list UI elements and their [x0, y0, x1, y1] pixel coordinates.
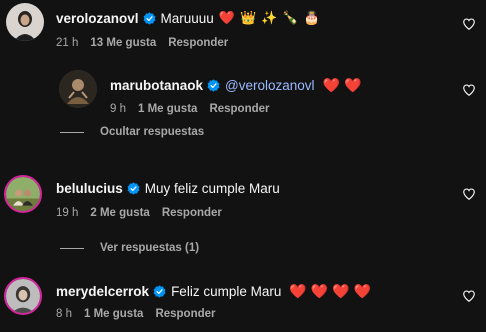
- comment-text: Maruuuu: [160, 10, 214, 26]
- comment-username[interactable]: verolozanovl: [56, 11, 139, 26]
- likes-count[interactable]: 1 Me gusta: [84, 308, 143, 320]
- heart-emoji: ❤️: [310, 283, 329, 299]
- comment-username[interactable]: marubotanaok: [110, 78, 203, 93]
- like-heart-icon[interactable]: [462, 83, 476, 97]
- view-replies-button[interactable]: Ver respuestas (1): [60, 242, 199, 254]
- likes-count[interactable]: 13 Me gusta: [90, 37, 156, 49]
- verified-icon: [153, 285, 166, 298]
- emoji: ❤️: [218, 10, 236, 25]
- comment-username[interactable]: belulucius: [56, 181, 123, 196]
- hide-replies-button[interactable]: Ocultar respuestas: [60, 126, 204, 138]
- emoji: ✨: [261, 10, 278, 25]
- avatar[interactable]: [59, 70, 97, 108]
- emoji: 👑: [240, 10, 257, 25]
- avatar[interactable]: [4, 175, 42, 213]
- divider: [60, 131, 84, 133]
- heart-emoji: ❤️: [289, 283, 307, 299]
- likes-count[interactable]: 2 Me gusta: [90, 207, 149, 219]
- comment-text: Muy feliz cumple Maru: [144, 181, 280, 196]
- heart-emoji: ❤️: [353, 283, 372, 299]
- heart-emoji: ❤️: [332, 283, 350, 299]
- comment-text: Feliz cumple Maru: [171, 284, 282, 299]
- verified-icon: [127, 182, 140, 195]
- comment-time: 21 h: [56, 37, 79, 49]
- reply-button[interactable]: Responder: [168, 37, 228, 49]
- view-replies-label: Ver respuestas (1): [100, 242, 200, 254]
- comment-time: 9 h: [110, 103, 126, 115]
- hide-replies-label: Ocultar respuestas: [100, 126, 205, 138]
- emoji: 🎂: [303, 10, 320, 25]
- comment-time: 19 h: [56, 207, 79, 219]
- like-heart-icon[interactable]: [462, 187, 476, 201]
- comment-username[interactable]: merydelcerrok: [56, 284, 149, 299]
- mention-link[interactable]: @verolozanovl: [225, 78, 315, 93]
- like-heart-icon[interactable]: [462, 17, 476, 31]
- divider: [60, 247, 84, 249]
- verified-icon: [207, 79, 220, 92]
- emoji: 🍾: [282, 10, 299, 25]
- reply-button[interactable]: Responder: [155, 308, 215, 320]
- like-heart-icon[interactable]: [462, 289, 476, 303]
- comment-time: 8 h: [56, 308, 72, 320]
- heart-emoji: ❤️: [343, 77, 362, 93]
- avatar[interactable]: [6, 3, 44, 41]
- reply-button[interactable]: Responder: [209, 103, 269, 115]
- verified-icon: [143, 11, 156, 25]
- avatar[interactable]: [4, 277, 42, 315]
- reply-button[interactable]: Responder: [162, 207, 222, 219]
- likes-count[interactable]: 1 Me gusta: [138, 103, 197, 115]
- heart-emoji: ❤️: [322, 77, 340, 93]
